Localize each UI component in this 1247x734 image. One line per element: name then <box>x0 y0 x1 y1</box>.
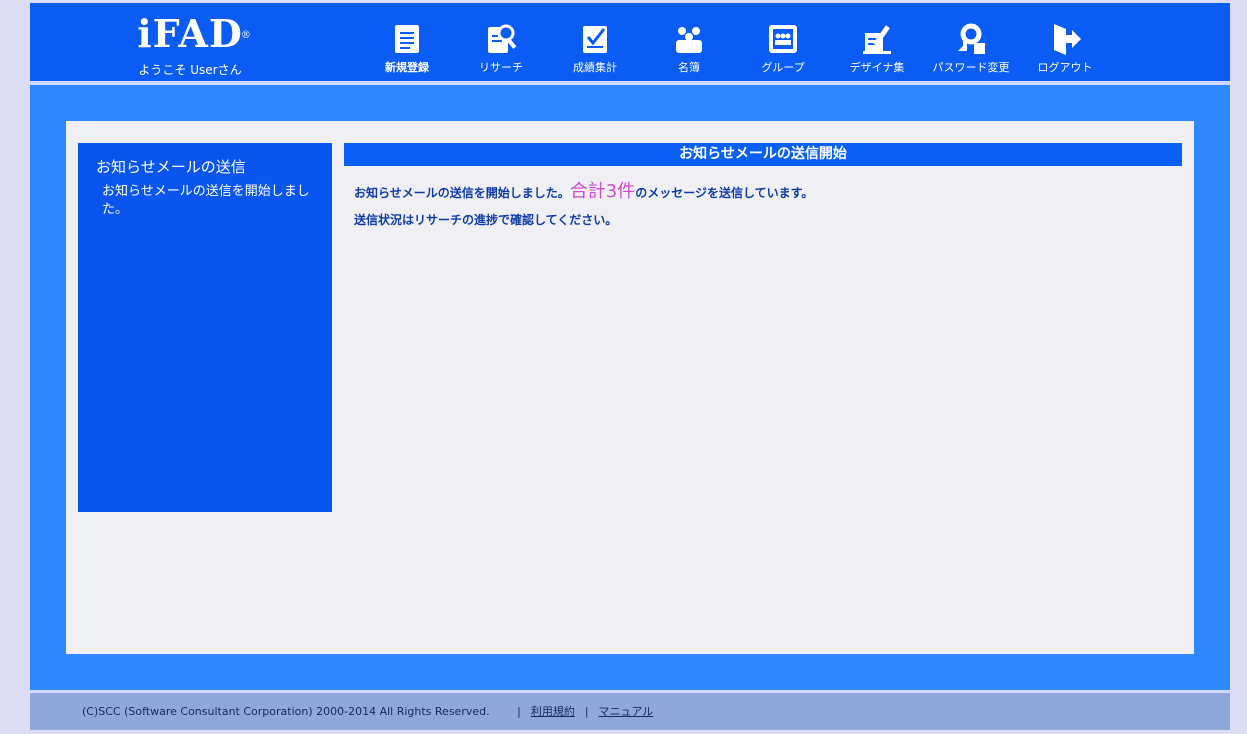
logo-registered-mark: ® <box>240 30 252 41</box>
manual-link[interactable]: マニュアル <box>599 705 654 718</box>
total-count: 合計3件 <box>569 181 636 202</box>
panel-title: お知らせメールの送信開始 <box>344 143 1182 166</box>
nav-logout[interactable]: ログアウト <box>1018 21 1112 79</box>
nav-label: ログアウト <box>1037 61 1093 74</box>
sidebar: お知らせメールの送信 お知らせメールの送信を開始しました。 <box>78 143 332 512</box>
nav-research[interactable]: リサーチ <box>454 21 548 79</box>
footer-separator: | <box>584 705 589 718</box>
content-area: お知らせメールの送信 お知らせメールの送信を開始しました。 お知らせメールの送信… <box>66 121 1194 654</box>
designer-icon <box>863 25 891 54</box>
app-frame: iFAD ® ようこそ Userさん 新規登録 リサーチ 成績集計 名簿 グルー… <box>30 0 1230 734</box>
nav-label: リサーチ <box>479 61 523 74</box>
research-icon <box>488 24 517 53</box>
nav-label: デザイナ集 <box>849 61 905 74</box>
status-prefix: お知らせメールの送信を開始しました。 <box>354 186 570 200</box>
nav-label: 成績集計 <box>573 61 617 74</box>
status-message: お知らせメールの送信を開始しました。合計3件のメッセージを送信しています。 <box>354 180 1172 205</box>
password-change-icon <box>958 23 985 54</box>
nav-label: 新規登録 <box>385 61 429 74</box>
group-icon <box>769 25 797 53</box>
welcome-message: ようこそ Userさん <box>138 63 242 77</box>
new-document-icon <box>395 25 419 53</box>
main-area: お知らせメールの送信 お知らせメールの送信を開始しました。 お知らせメールの送信… <box>30 85 1230 690</box>
nav-label: グループ <box>761 61 805 74</box>
nav-roster[interactable]: 名簿 <box>642 21 736 79</box>
terms-link[interactable]: 利用規約 <box>531 705 575 718</box>
footer-separator: | <box>517 705 521 718</box>
nav-password-change[interactable]: パスワード変更 <box>924 21 1018 79</box>
status-suffix: のメッセージを送信しています。 <box>635 186 814 200</box>
nav-grade-summary[interactable]: 成績集計 <box>548 21 642 79</box>
grade-summary-icon <box>583 26 607 53</box>
result-panel: お知らせメールの送信開始 お知らせメールの送信を開始しました。合計3件のメッセー… <box>344 143 1182 243</box>
progress-note: 送信状況はリサーチの進捗で確認してください。 <box>354 213 618 227</box>
logo-word: iFAD <box>137 11 243 56</box>
footer: (C)SCC (Software Consultant Corporation)… <box>30 693 1230 730</box>
sidebar-title: お知らせメールの送信 <box>96 158 246 176</box>
roster-icon <box>676 27 702 53</box>
header: iFAD ® ようこそ Userさん 新規登録 リサーチ 成績集計 名簿 グルー… <box>30 3 1230 81</box>
copyright-text: (C)SCC (Software Consultant Corporation)… <box>82 705 490 718</box>
nav-label: 名簿 <box>678 61 700 74</box>
logo: iFAD ® <box>130 11 251 56</box>
nav-group[interactable]: グループ <box>736 21 830 79</box>
nav-new-registration[interactable]: 新規登録 <box>360 21 454 79</box>
logo-text: iFAD ® <box>137 11 251 56</box>
panel-body: お知らせメールの送信を開始しました。合計3件のメッセージを送信しています。 送信… <box>344 166 1182 243</box>
sidebar-description: お知らせメールの送信を開始しました。 <box>102 184 310 217</box>
logout-icon <box>1054 24 1081 55</box>
nav-label: パスワード変更 <box>932 61 1010 74</box>
nav-designer[interactable]: デザイナ集 <box>830 21 924 79</box>
